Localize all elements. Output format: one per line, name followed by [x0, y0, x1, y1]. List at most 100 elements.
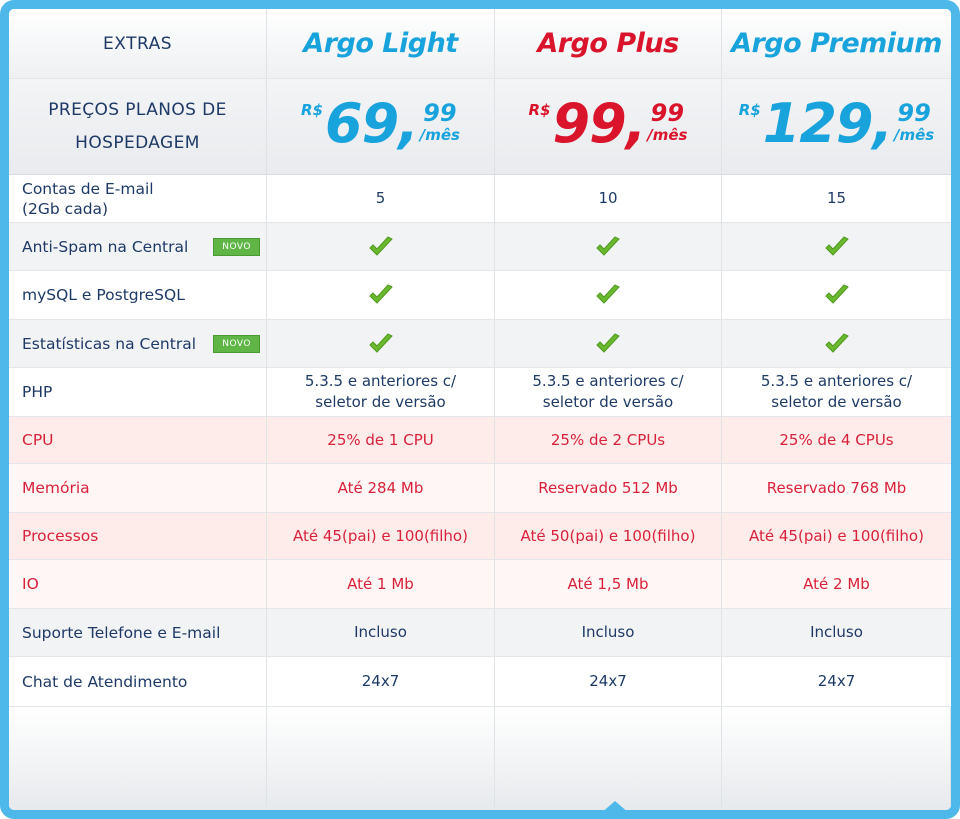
row-label: IO — [22, 575, 39, 593]
pricing-table: EXTRAS Argo Light Argo Plus Argo Premium… — [0, 0, 960, 819]
row-label-cell: Chat de Atendimento — [9, 657, 267, 706]
new-badge: NOVO — [213, 237, 260, 256]
price-cents: 99 — [897, 98, 931, 127]
table-footer — [9, 707, 951, 810]
price-cell-plus: R$ 99, 99 /mês — [495, 79, 722, 174]
row-label-cell: IO — [9, 560, 267, 608]
check-icon — [368, 284, 393, 304]
row-value: Até 1 Mb — [347, 574, 414, 593]
row-value: Até 45(pai) e 100(filho) — [749, 526, 924, 545]
row-value: 10 — [598, 189, 618, 207]
price-row: PREÇOS PLANOS DE HOSPEDAGEM R$ 69, 99 /m… — [9, 79, 951, 175]
row-label-cell: Estatísticas na Central NOVO — [9, 320, 267, 367]
row-label: Contas de E-mail (2Gb cada) — [22, 179, 154, 219]
row-label-cell: PHP — [9, 368, 267, 416]
row-label: Processos — [22, 527, 99, 545]
row-label-cell: mySQL e PostgreSQL — [9, 271, 267, 319]
row-value: 15 — [826, 189, 847, 207]
row-label-line1: Contas de E-mail — [22, 179, 154, 198]
price-integer: 99, — [552, 91, 647, 155]
row-memory: Memória Até 284 Mb Reservado 512 Mb Rese… — [9, 464, 951, 513]
check-icon — [824, 235, 849, 256]
row-label-line2: (2Gb cada) — [22, 199, 109, 218]
row-io: IO Até 1 Mb Até 1,5 Mb Até 2 Mb — [9, 560, 951, 609]
row-label-cell: CPU — [9, 417, 267, 463]
row-value: 25% de 1 CPU — [327, 430, 434, 449]
row-value: Incluso — [810, 623, 863, 641]
price-cell-premium: R$ 129, 99 /mês — [722, 79, 951, 174]
row-support: Suporte Telefone e E-mail Incluso Inclus… — [9, 609, 951, 657]
row-processes: Processos Até 45(pai) e 100(filho) Até 5… — [9, 513, 951, 560]
row-php: PHP 5.3.5 e anteriores c/seletor de vers… — [9, 368, 951, 417]
check-icon — [824, 332, 849, 353]
row-statistics: Estatísticas na Central NOVO — [9, 320, 951, 368]
price-cents: 99 — [650, 98, 685, 127]
extras-header: EXTRAS — [9, 9, 267, 78]
row-label-cell: Suporte Telefone e E-mail — [9, 609, 267, 656]
row-label: Chat de Atendimento — [22, 672, 188, 691]
row-value: 24x7 — [361, 672, 400, 690]
price-label-cell: PREÇOS PLANOS DE HOSPEDAGEM — [9, 79, 267, 174]
row-label-cell: Anti-Spam na Central NOVO — [9, 223, 267, 270]
row-value: 5.3.5 e anteriores c/seletor de versão — [760, 372, 913, 411]
check-icon — [824, 284, 849, 304]
price-period: /mês — [419, 125, 460, 144]
row-label: CPU — [22, 431, 54, 449]
row-label: mySQL e PostgreSQL — [22, 286, 185, 304]
row-value: Até 45(pai) e 100(filho) — [293, 526, 468, 545]
price-integer: 129, — [762, 91, 893, 155]
price-label-line1: PREÇOS PLANOS DE — [48, 99, 227, 120]
row-value: 25% de 2 CPUs — [550, 430, 666, 449]
check-icon — [596, 332, 620, 353]
row-value: 5.3.5 e anteriores c/seletor de versão — [532, 372, 684, 411]
row-email-accounts: Contas de E-mail (2Gb cada) 5 10 15 — [9, 175, 951, 223]
row-label-cell: Contas de E-mail (2Gb cada) — [9, 175, 267, 222]
plan-header-plus: Argo Plus — [495, 9, 722, 78]
row-value: Até 1,5 Mb — [567, 574, 649, 593]
plan-name-premium: Argo Premium — [731, 28, 942, 59]
new-badge: NOVO — [213, 334, 260, 353]
price-currency: R$ — [301, 100, 324, 119]
row-value: 5 — [375, 189, 386, 207]
row-value: 24x7 — [589, 672, 627, 690]
row-cpu: CPU 25% de 1 CPU 25% de 2 CPUs 25% de 4 … — [9, 417, 951, 464]
plan-header-light: Argo Light — [267, 9, 495, 78]
row-label: Memória — [22, 479, 90, 497]
row-value: 5.3.5 e anteriores c/seletor de versão — [304, 372, 457, 411]
row-value: Até 50(pai) e 100(filho) — [520, 526, 696, 545]
price-integer: 69, — [325, 91, 419, 155]
row-value: Até 284 Mb — [337, 478, 424, 497]
price-currency: R$ — [528, 100, 551, 119]
price-plus: R$ 99, 99 /mês — [528, 91, 688, 155]
price-currency: R$ — [738, 100, 761, 119]
plan-name-light: Argo Light — [303, 28, 458, 59]
plan-header-premium: Argo Premium — [722, 9, 951, 78]
row-chat: Chat de Atendimento 24x7 24x7 24x7 — [9, 657, 951, 707]
row-label-cell: Processos — [9, 513, 267, 559]
row-value: Até 2 Mb — [803, 574, 870, 593]
price-cents: 99 — [423, 98, 457, 127]
row-value: 24x7 — [817, 672, 856, 690]
row-value: Reservado 512 Mb — [538, 478, 678, 497]
check-icon — [596, 235, 620, 256]
extras-label: EXTRAS — [102, 33, 173, 54]
price-cell-light: R$ 69, 99 /mês — [267, 79, 495, 174]
pointer-arrow-icon — [600, 801, 630, 810]
price-premium: R$ 129, 99 /mês — [738, 91, 934, 155]
check-icon — [368, 332, 393, 353]
row-value: Incluso — [581, 623, 635, 641]
plan-name-plus: Argo Plus — [537, 28, 679, 59]
price-light: R$ 69, 99 /mês — [301, 91, 460, 155]
row-mysql: mySQL e PostgreSQL — [9, 271, 951, 320]
row-value: Reservado 768 Mb — [766, 478, 907, 497]
row-antispam: Anti-Spam na Central NOVO — [9, 223, 951, 271]
price-label-line2: HOSPEDAGEM — [75, 132, 200, 153]
price-period: /mês — [647, 125, 688, 144]
header-row: EXTRAS Argo Light Argo Plus Argo Premium — [9, 9, 951, 79]
price-label: PREÇOS PLANOS DE HOSPEDAGEM — [48, 94, 227, 160]
row-label-cell: Memória — [9, 464, 267, 512]
row-label: PHP — [22, 383, 53, 401]
row-label: Anti-Spam na Central — [22, 237, 189, 256]
check-icon — [596, 284, 620, 304]
row-value: 25% de 4 CPUs — [779, 430, 894, 449]
